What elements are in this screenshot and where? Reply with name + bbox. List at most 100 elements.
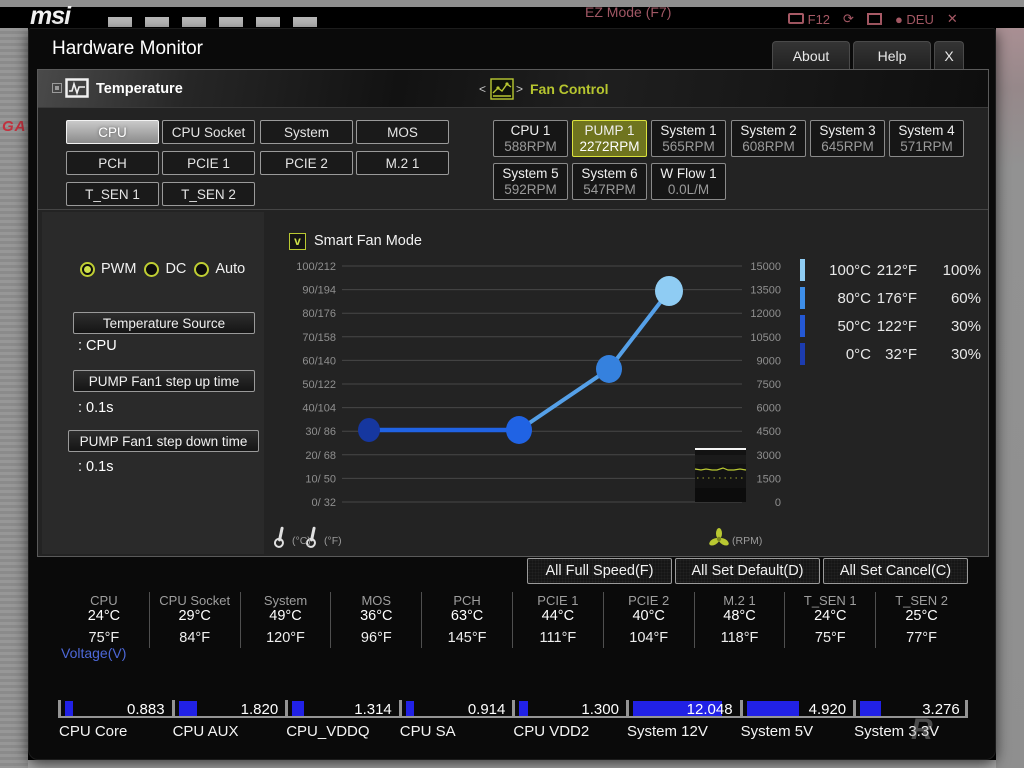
fan-tile-system-6[interactable]: System 6 547RPM: [572, 163, 647, 200]
sensor-button-cpu[interactable]: CPU: [66, 120, 159, 144]
svg-text:0: 0: [775, 497, 781, 509]
sensor-button-pch[interactable]: PCH: [66, 151, 159, 175]
legend-row: 0°C 32°F 30%: [800, 340, 981, 368]
fahrenheit-value: 75°F: [814, 630, 846, 646]
fan-controls-panel: PWM DC Auto Temperature Source: CPU PUMP Fa…: [42, 212, 264, 554]
fahrenheit-value: 145°F: [447, 630, 487, 646]
dialog-title: Hardware Monitor: [52, 38, 203, 59]
temp-reading-t-sen-2: T_SEN 2 25°C 77°F: [876, 592, 967, 648]
voltage-rail-name: System 5V: [740, 723, 814, 740]
fan-prev-icon[interactable]: <: [479, 70, 486, 108]
sensor-name: MOS: [361, 593, 392, 608]
voltage-rail-name: CPU VDD2: [513, 723, 590, 740]
svg-text:(RPM): (RPM): [732, 535, 762, 547]
svg-text:7500: 7500: [757, 379, 781, 391]
sensor-button-pcie-2[interactable]: PCIE 2: [260, 151, 353, 175]
fan-tile-system-4[interactable]: System 4 571RPM: [889, 120, 964, 157]
fan-tile-system-1[interactable]: System 1 565RPM: [651, 120, 726, 157]
fan-curve-plot[interactable]: 100/212 15000 90/194 13500 80/176 12000 70/158…: [264, 212, 792, 559]
radio-auto[interactable]: Auto: [194, 261, 245, 277]
voltage-rail-name: CPU_VDDQ: [286, 723, 370, 740]
celsius-value: 44°C: [541, 608, 575, 624]
voltage-value: 1.300: [581, 701, 619, 718]
action-button-all-full-speed-f[interactable]: All Full Speed(F): [527, 558, 672, 584]
svg-text:70/158: 70/158: [302, 332, 336, 344]
fan-next-icon[interactable]: >: [516, 70, 523, 108]
action-button-all-set-cancel-c[interactable]: All Set Cancel(C): [823, 558, 968, 584]
ez-mode-button: EZ Mode (F7): [585, 4, 672, 20]
fan-curve-chart[interactable]: v Smart Fan Mode 100/212 15000 90/194 13500…: [264, 212, 792, 554]
radio-pwm[interactable]: PWM: [80, 261, 136, 277]
action-button-all-set-default-d[interactable]: All Set Default(D): [675, 558, 820, 584]
fan-tile-system-2[interactable]: System 2 608RPM: [731, 120, 806, 157]
sensor-button-t-sen-2[interactable]: T_SEN 2: [162, 182, 255, 206]
field-button-temperature-source[interactable]: Temperature Source: [73, 312, 255, 334]
sensor-button-cpu-socket[interactable]: CPU Socket: [162, 120, 255, 144]
sensor-name: CPU Socket: [159, 593, 231, 608]
fan-tile-system-5[interactable]: System 5 592RPM: [493, 163, 568, 200]
voltage-section-title: Voltage(V): [61, 645, 127, 661]
legend-color-bar: [800, 287, 805, 309]
svg-text:(°F): (°F): [324, 535, 342, 547]
sensor-name: M.2 1: [723, 593, 756, 608]
msi-logo: msi: [30, 2, 71, 30]
legend-fahrenheit: 176°F: [876, 289, 917, 307]
voltage-gauge-system-3-3v: 3.276: [853, 700, 968, 718]
sensor-button-m-2-1[interactable]: M.2 1: [356, 151, 449, 175]
svg-text:100/212: 100/212: [296, 261, 336, 273]
voltage-rail-name: System 3.3V: [854, 723, 940, 740]
voltage-bar: [860, 701, 882, 716]
voltage-gauge-cpu-sa: 0.914: [398, 700, 513, 718]
legend-celsius: 100°C: [829, 261, 871, 279]
collapse-icon[interactable]: [52, 83, 62, 93]
temp-reading-m-2-1: M.2 1 48°C 118°F: [695, 592, 786, 648]
voltage-labels: CPU Core CPU AUX CPU_VDDQ CPU SA CPU VDD2 Sys…: [58, 723, 967, 740]
svg-text:80/176: 80/176: [302, 308, 336, 320]
fan-rpm-value: 565RPM: [662, 139, 715, 154]
temp-reading-pcie-1: PCIE 1 44°C 111°F: [513, 592, 604, 648]
radio-dc[interactable]: DC: [144, 261, 186, 277]
celsius-value: 48°C: [723, 608, 756, 624]
close-button[interactable]: X: [934, 41, 964, 69]
legend-color-bar: [800, 315, 805, 337]
legend-color-bar: [800, 343, 805, 365]
fan-section-title: Fan Control: [530, 81, 609, 97]
svg-text:20/ 68: 20/ 68: [305, 450, 336, 462]
field-button-pump-fan1-step-up-time[interactable]: PUMP Fan1 step up time: [73, 370, 255, 392]
voltage-rail-name: CPU Core: [59, 723, 128, 740]
sensor-name: T_SEN 1: [803, 593, 857, 608]
voltage-rail-name: CPU SA: [399, 723, 456, 740]
fan-tile-pump-1[interactable]: PUMP 1 2272RPM: [572, 120, 647, 157]
sensor-button-mos[interactable]: MOS: [356, 120, 449, 144]
field-value-pump-fan1-step-down-time: : 0.1s: [78, 459, 114, 475]
voltage-gauge-cpu-vddq: 1.314: [285, 700, 399, 718]
fahrenheit-value: 111°F: [539, 630, 577, 646]
fahrenheit-value: 118°F: [720, 630, 759, 646]
fan-tile-cpu-1[interactable]: CPU 1 588RPM: [493, 120, 568, 157]
temp-reading-cpu-socket: CPU Socket 29°C 84°F: [150, 592, 241, 648]
voltage-bar: [65, 701, 73, 716]
field-button-pump-fan1-step-down-time[interactable]: PUMP Fan1 step down time: [68, 430, 259, 452]
fan-rpm-value: 2272RPM: [579, 139, 640, 154]
fan-tile-w-flow-1[interactable]: W Flow 1 0.0L/M: [651, 163, 726, 200]
smart-fan-mode-checkbox[interactable]: v: [289, 233, 306, 250]
top-icon-bar: F12 ⟳ ● DEU ✕: [788, 11, 958, 27]
sensor-button-t-sen-1[interactable]: T_SEN 1: [66, 182, 159, 206]
about-button[interactable]: About: [772, 41, 850, 69]
voltage-gauge-cpu-vdd2: 1.300: [512, 700, 626, 718]
sensor-button-pcie-1[interactable]: PCIE 1: [162, 151, 255, 175]
svg-text:3000: 3000: [757, 450, 781, 462]
help-button[interactable]: Help: [853, 41, 931, 69]
legend-celsius: 50°C: [837, 317, 871, 335]
sensor-button-system[interactable]: System: [260, 120, 353, 144]
legend-color-bar: [800, 259, 805, 281]
celsius-value: 36°C: [360, 608, 393, 624]
background-clipped-text: [108, 17, 323, 27]
fan-name: System 1: [660, 123, 717, 138]
fan-rpm-value: 645RPM: [821, 139, 874, 154]
svg-text:12000: 12000: [750, 308, 781, 320]
fan-tile-system-3[interactable]: System 3 645RPM: [810, 120, 885, 157]
fan-name: System 5: [502, 166, 559, 181]
radio-label: PWM: [101, 261, 137, 277]
divider: [38, 209, 988, 210]
